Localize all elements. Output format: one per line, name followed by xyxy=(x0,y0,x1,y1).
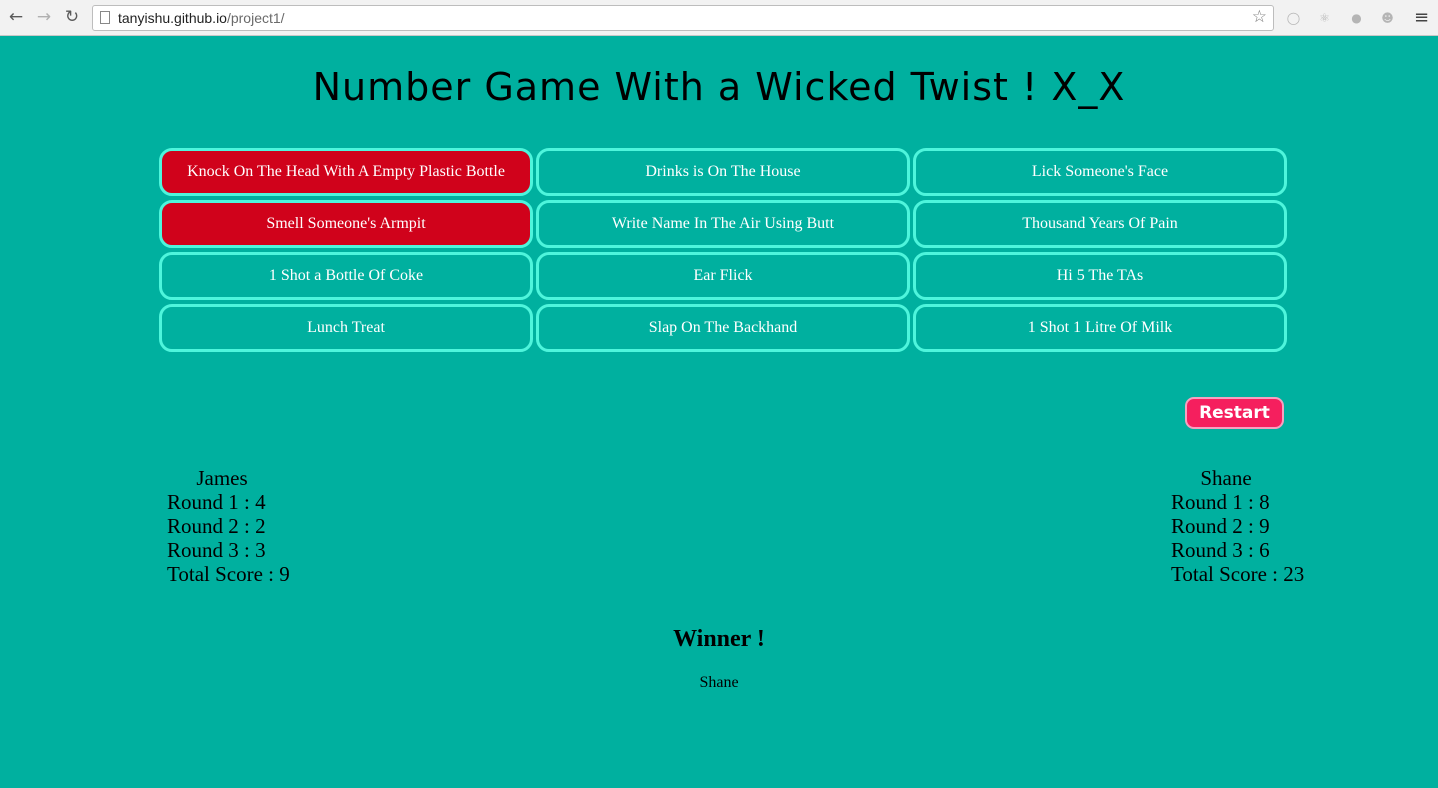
back-icon[interactable]: ← xyxy=(5,6,27,28)
round-score: Round 2 : 2 xyxy=(167,514,266,538)
game-tile[interactable]: Thousand Years Of Pain xyxy=(913,200,1287,248)
browser-toolbar: ← → ↻ tanyishu.github.io/project1/ ☆ ◯ ⚛… xyxy=(0,0,1438,36)
page-icon xyxy=(100,11,110,24)
total-score: Total Score : 9 xyxy=(167,562,290,586)
reload-icon[interactable]: ↻ xyxy=(61,6,83,28)
game-tile[interactable]: 1 Shot a Bottle Of Coke xyxy=(159,252,533,300)
extension-icon[interactable]: ⚛ xyxy=(1316,9,1333,26)
game-tile[interactable]: Ear Flick xyxy=(536,252,910,300)
game-tile[interactable]: 1 Shot 1 Litre Of Milk xyxy=(913,304,1287,352)
menu-icon[interactable]: ≡ xyxy=(1414,7,1429,28)
game-tile[interactable]: Knock On The Head With A Empty Plastic B… xyxy=(159,148,533,196)
round-score: Round 1 : 4 xyxy=(167,490,266,514)
address-bar[interactable]: tanyishu.github.io/project1/ ☆ xyxy=(92,5,1274,31)
game-tile[interactable]: Drinks is On The House xyxy=(536,148,910,196)
winner-heading: Winner ! xyxy=(673,626,765,652)
player2-score-panel: Shane Round 1 : 8 Round 2 : 9 Round 3 : … xyxy=(1171,466,1305,586)
page-title: Number Game With a Wicked Twist ! X_X xyxy=(312,65,1126,109)
round-score: Round 3 : 3 xyxy=(167,538,266,562)
player-name: Shane xyxy=(1200,466,1252,490)
forward-icon[interactable]: → xyxy=(33,6,55,28)
game-tile[interactable]: Write Name In The Air Using Butt xyxy=(536,200,910,248)
game-tile[interactable]: Smell Someone's Armpit xyxy=(159,200,533,248)
extension-icon[interactable]: ◯ xyxy=(1285,9,1302,26)
game-tile[interactable]: Lick Someone's Face xyxy=(913,148,1287,196)
total-score: Total Score : 23 xyxy=(1171,562,1305,586)
player1-score-panel: James Round 1 : 4 Round 2 : 2 Round 3 : … xyxy=(167,466,290,586)
extension-icon[interactable]: ● xyxy=(1348,9,1365,26)
url-text[interactable]: tanyishu.github.io/project1/ xyxy=(118,10,285,26)
round-score: Round 1 : 8 xyxy=(1171,490,1270,514)
game-tile[interactable]: Slap On The Backhand xyxy=(536,304,910,352)
card-grid: Knock On The Head With A Empty Plastic B… xyxy=(159,148,1287,352)
star-icon[interactable]: ☆ xyxy=(1252,7,1267,27)
winner-name: Shane xyxy=(699,674,739,691)
game-tile[interactable]: Hi 5 The TAs xyxy=(913,252,1287,300)
round-score: Round 3 : 6 xyxy=(1171,538,1270,562)
game-tile[interactable]: Lunch Treat xyxy=(159,304,533,352)
extension-icon[interactable]: ☻ xyxy=(1379,9,1396,26)
restart-button[interactable]: Restart xyxy=(1185,397,1284,429)
round-score: Round 2 : 9 xyxy=(1171,514,1270,538)
player-name: James xyxy=(196,466,248,490)
